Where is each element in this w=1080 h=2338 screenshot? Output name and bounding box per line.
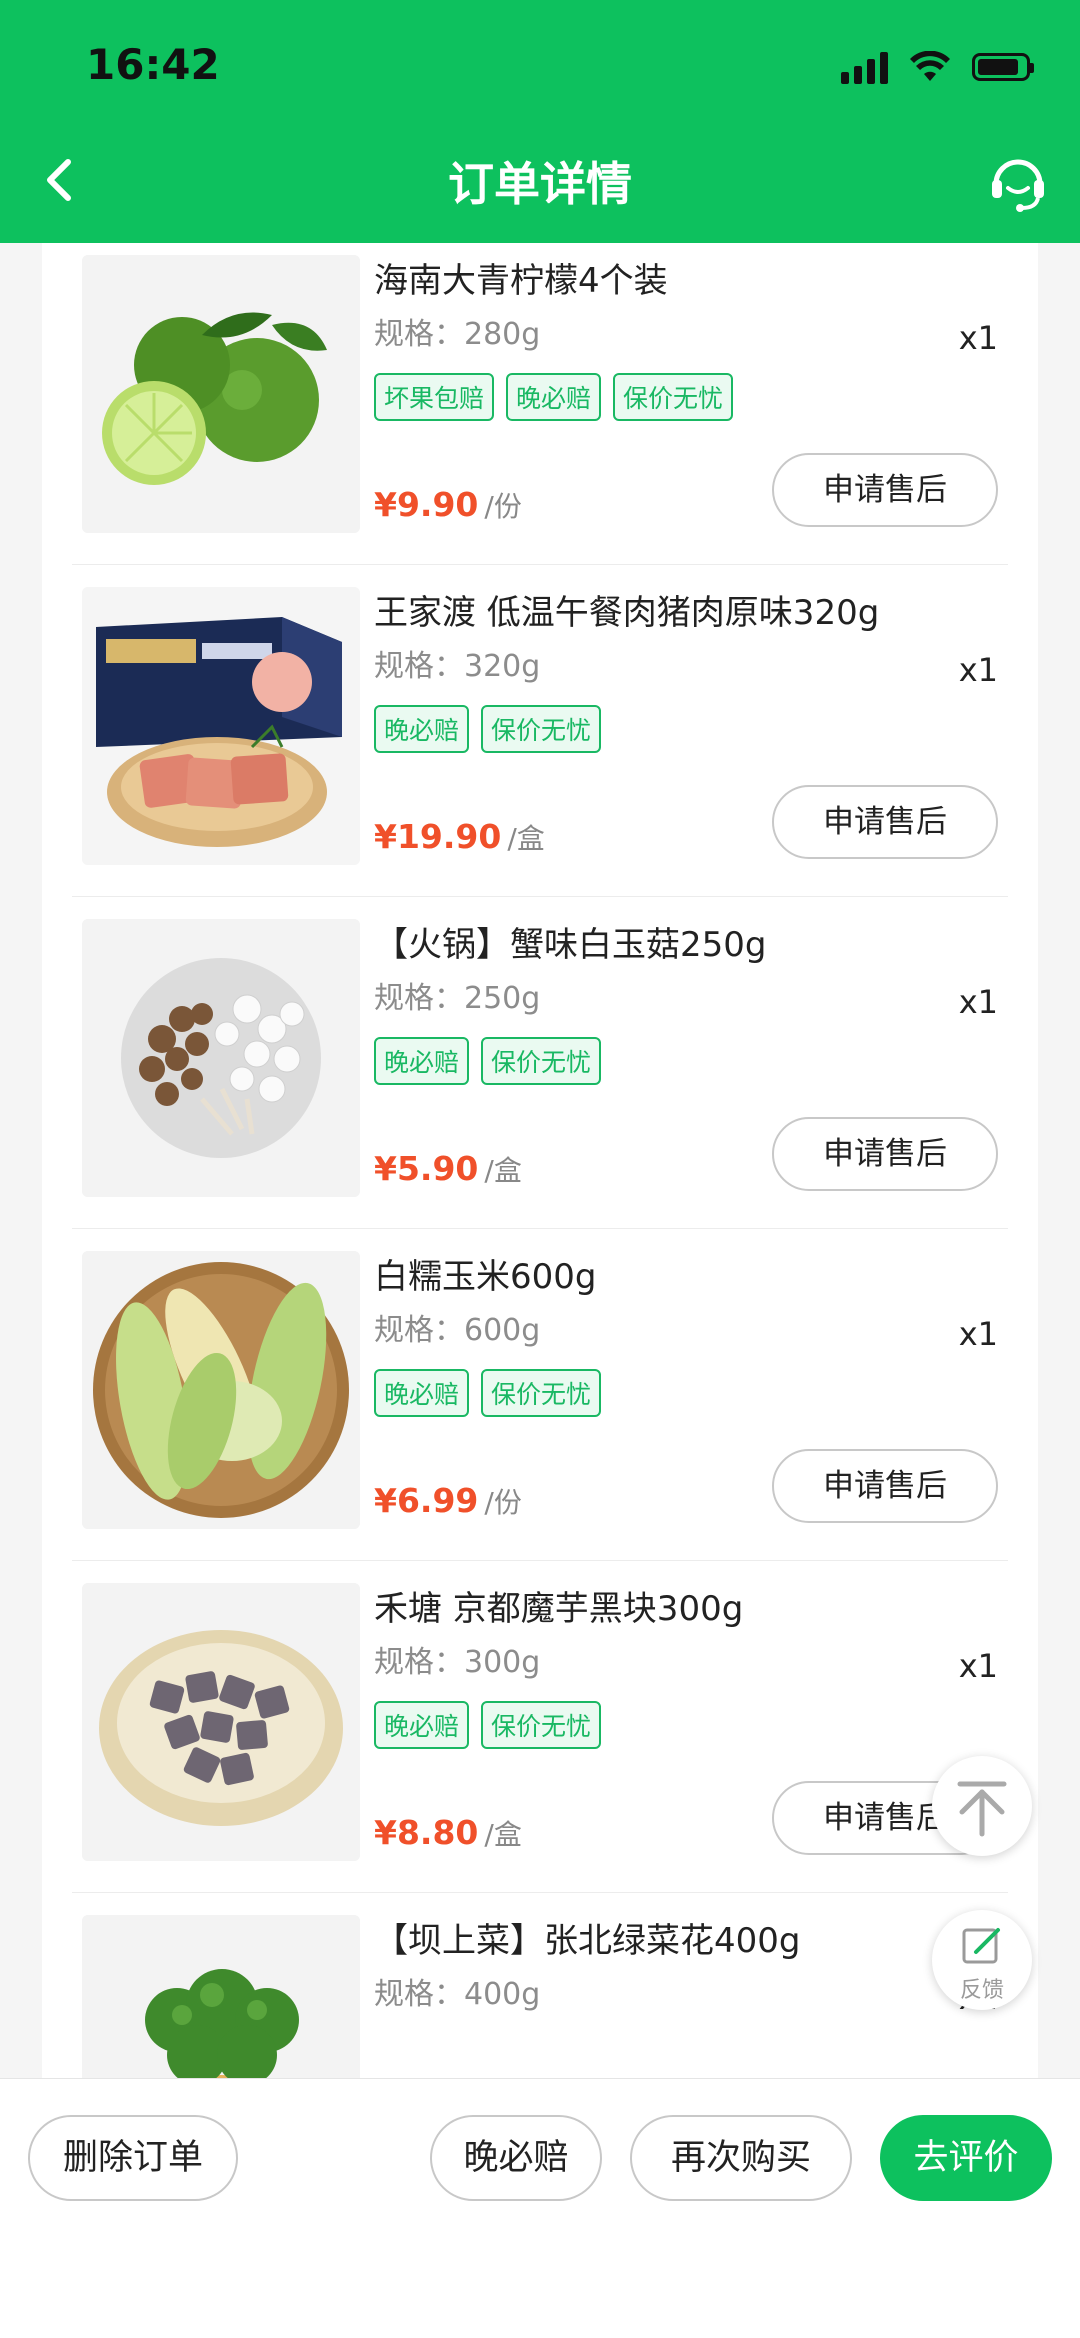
product-image-broccoli[interactable] [82, 1915, 360, 2078]
order-item[interactable]: 禾塘 京都魔芋黑块300g 规格：300g x1 晚必赔 保价无忧 ¥8.80/… [42, 1561, 1038, 1893]
back-to-top-icon [957, 1781, 1007, 1837]
product-image-luncheon-meat[interactable] [82, 587, 360, 865]
product-qty: x1 [958, 651, 998, 689]
product-name[interactable]: 【坝上菜】张北绿菜花400g [374, 1913, 800, 1962]
price-value: ¥8.80 [374, 1813, 479, 1852]
service-tag: 晚必赔 [374, 1369, 470, 1417]
service-tags: 晚必赔 保价无忧 [374, 1701, 602, 1749]
product-image-corn[interactable] [82, 1251, 360, 1529]
product-price: ¥5.90/盒 [374, 1149, 522, 1189]
product-name[interactable]: 【火锅】蟹味白玉菇250g [374, 917, 766, 966]
battery-icon [972, 53, 1034, 81]
service-tag: 坏果包赔 [374, 373, 495, 421]
price-unit: /份 [484, 490, 522, 523]
price-value: ¥6.99 [374, 1481, 479, 1520]
review-button[interactable]: 去评价 [880, 2115, 1052, 2201]
header: 16:42 订单详情 [0, 0, 1080, 243]
price-unit: /份 [484, 1486, 522, 1519]
after-sales-button[interactable]: 申请售后 [772, 785, 998, 859]
product-image-konjac[interactable] [82, 1583, 360, 1861]
product-spec: 规格：300g [374, 1645, 541, 1680]
service-tags: 晚必赔 保价无忧 [374, 1037, 602, 1085]
after-sales-button[interactable]: 申请售后 [772, 1449, 998, 1523]
product-name[interactable]: 禾塘 京都魔芋黑块300g [374, 1581, 743, 1630]
order-item[interactable]: 【火锅】蟹味白玉菇250g 规格：250g x1 晚必赔 保价无忧 ¥5.90/… [42, 897, 1038, 1229]
product-price: ¥8.80/盒 [374, 1813, 522, 1853]
product-qty: x1 [958, 1315, 998, 1353]
product-qty: x1 [958, 1647, 998, 1685]
product-name[interactable]: 白糯玉米600g [374, 1249, 596, 1298]
page-title: 订单详情 [448, 157, 632, 211]
order-item[interactable]: 白糯玉米600g 规格：600g x1 晚必赔 保价无忧 ¥6.99/份 申请售… [42, 1229, 1038, 1561]
service-tags: 晚必赔 保价无忧 [374, 1369, 602, 1417]
feedback-label: 反馈 [959, 1978, 1004, 2003]
back-to-top-button[interactable] [932, 1756, 1032, 1856]
service-tag: 保价无忧 [481, 705, 602, 753]
after-sales-button[interactable]: 申请售后 [772, 1117, 998, 1191]
price-unit: /盒 [484, 1154, 522, 1187]
service-tags: 晚必赔 保价无忧 [374, 705, 602, 753]
price-value: ¥5.90 [374, 1149, 479, 1188]
service-tag: 晚必赔 [374, 1037, 470, 1085]
product-image-mushroom[interactable] [82, 919, 360, 1197]
bottom-action-bar: 删除订单 晚必赔 再次购买 去评价 [0, 2078, 1080, 2338]
order-items-card: 海南大青柠檬4个装 规格：280g x1 坏果包赔 晚必赔 保价无忧 ¥9.90… [42, 243, 1038, 2078]
status-icons [841, 50, 1034, 84]
product-qty: x1 [958, 319, 998, 357]
service-tag: 保价无忧 [481, 1037, 602, 1085]
order-item[interactable]: 王家渡 低温午餐肉猪肉原味320g 规格：320g x1 晚必赔 保价无忧 ¥1… [42, 565, 1038, 897]
wifi-icon [910, 51, 950, 81]
after-sales-button[interactable]: 申请售后 [772, 453, 998, 527]
service-tag: 保价无忧 [481, 1369, 602, 1417]
product-spec: 规格：250g [374, 981, 541, 1016]
service-tags: 坏果包赔 晚必赔 保价无忧 [374, 373, 734, 421]
product-name[interactable]: 王家渡 低温午餐肉猪肉原味320g [374, 585, 879, 634]
price-unit: /盒 [484, 1818, 522, 1851]
feedback-button[interactable]: 反馈 [932, 1910, 1032, 2010]
product-name[interactable]: 海南大青柠檬4个装 [374, 253, 668, 302]
product-spec: 规格：320g [374, 649, 541, 684]
service-tag: 保价无忧 [613, 373, 734, 421]
product-image-lime[interactable] [82, 255, 360, 533]
product-price: ¥19.90/盒 [374, 817, 545, 857]
late-compensation-button[interactable]: 晚必赔 [430, 2115, 602, 2201]
service-tag: 晚必赔 [374, 1701, 470, 1749]
order-item[interactable]: 【坝上菜】张北绿菜花400g 规格：400g x1 [42, 1893, 1038, 2078]
service-tag: 晚必赔 [374, 705, 470, 753]
signal-icon [841, 50, 888, 84]
product-spec: 规格：400g [374, 1977, 541, 2012]
product-spec: 规格：280g [374, 317, 541, 352]
product-spec: 规格：600g [374, 1313, 541, 1348]
delete-order-button[interactable]: 删除订单 [28, 2115, 238, 2201]
product-price: ¥6.99/份 [374, 1481, 522, 1521]
price-unit: /盒 [507, 822, 545, 855]
feedback-edit-icon [962, 1928, 1000, 1964]
product-qty: x1 [958, 983, 998, 1021]
status-time: 16:42 [86, 40, 220, 89]
price-value: ¥9.90 [374, 485, 479, 524]
product-price: ¥9.90/份 [374, 485, 522, 525]
headset-icon[interactable] [986, 150, 1050, 214]
price-value: ¥19.90 [374, 817, 502, 856]
rebuy-button[interactable]: 再次购买 [630, 2115, 852, 2201]
order-item[interactable]: 海南大青柠檬4个装 规格：280g x1 坏果包赔 晚必赔 保价无忧 ¥9.90… [42, 243, 1038, 565]
service-tag: 保价无忧 [481, 1701, 602, 1749]
service-tag: 晚必赔 [506, 373, 602, 421]
